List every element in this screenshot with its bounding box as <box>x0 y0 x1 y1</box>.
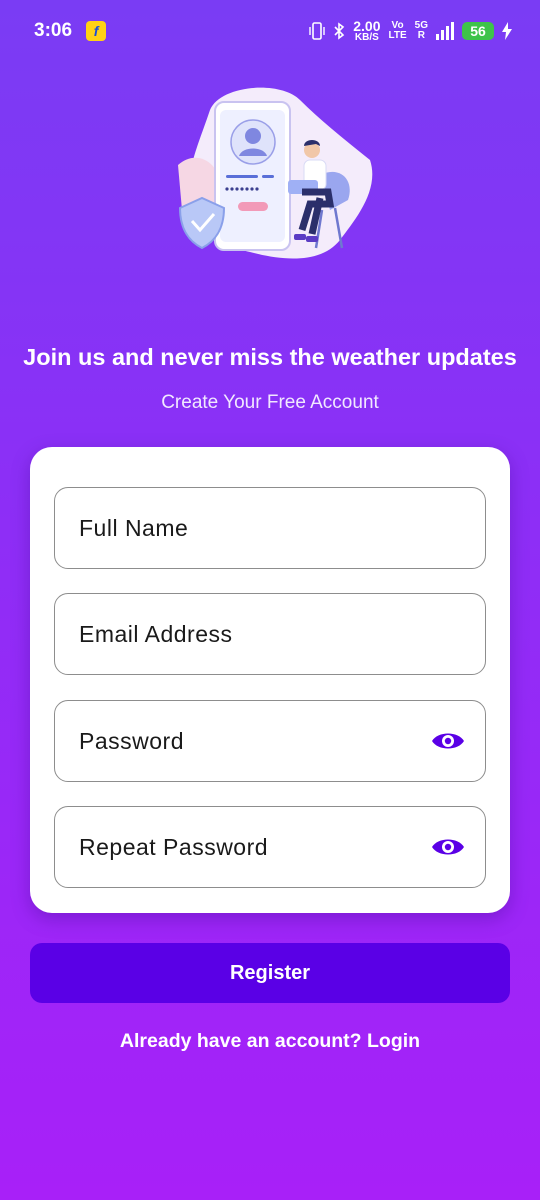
bluetooth-icon <box>334 22 345 40</box>
flipkart-icon: f <box>86 21 107 41</box>
signal-icon <box>436 22 454 40</box>
status-time: 3:06 <box>34 20 73 41</box>
full-name-label: Full Name <box>79 514 189 541</box>
email-field[interactable]: Email Address <box>54 593 486 675</box>
charging-icon <box>502 22 512 40</box>
page-title: Join us and never miss the weather updat… <box>23 344 517 370</box>
email-label: Email Address <box>79 620 233 647</box>
eye-icon[interactable] <box>431 729 465 753</box>
status-bar: 3:06 f 2.00 KB/S Vo LTE 5G R 56 <box>0 0 540 62</box>
register-button[interactable]: Register <box>30 943 510 1003</box>
status-left: 3:06 f <box>34 20 107 42</box>
eye-icon[interactable] <box>431 835 465 859</box>
repeat-password-field[interactable]: Repeat Password <box>54 806 486 888</box>
network-type: 5G R <box>415 21 428 41</box>
net-speed: 2.00 KB/S <box>353 17 381 43</box>
signup-illustration <box>178 87 373 259</box>
registration-form: Full Name Email Address Password Repeat … <box>30 447 510 913</box>
repeat-password-label: Repeat Password <box>79 833 269 860</box>
volte-bottom: LTE <box>388 30 407 41</box>
page-subtitle: Create Your Free Account <box>161 392 379 413</box>
login-link[interactable]: Already have an account? Login <box>0 1030 540 1053</box>
volte-indicator: Vo LTE <box>389 21 407 41</box>
vibrate-icon <box>309 22 325 40</box>
full-name-field[interactable]: Full Name <box>54 487 486 569</box>
password-field[interactable]: Password <box>54 700 486 782</box>
password-label: Password <box>79 727 184 754</box>
status-right: 2.00 KB/S Vo LTE 5G R 56 <box>309 17 512 43</box>
network-bottom: R <box>417 30 425 41</box>
net-speed-value: 2.00 <box>353 17 381 34</box>
battery-indicator: 56 <box>462 22 494 40</box>
net-speed-unit: KB/S <box>354 31 379 43</box>
